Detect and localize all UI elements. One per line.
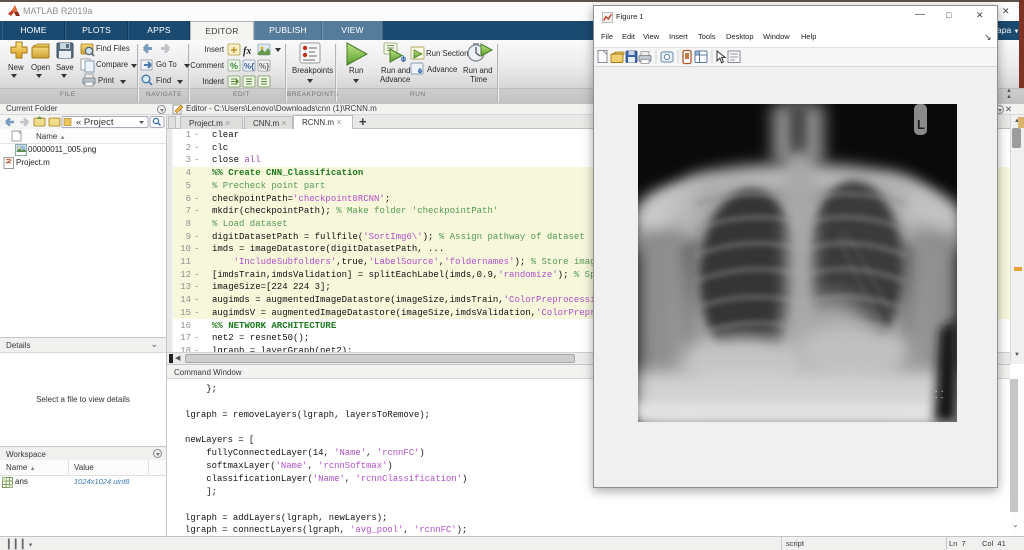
- svg-text:L: L: [917, 117, 925, 132]
- svg-text:⸬: ⸬: [935, 390, 943, 401]
- svg-text:%}: %}: [259, 62, 269, 71]
- svg-text:« Project: « Project: [76, 117, 114, 128]
- svg-text:fx: fx: [243, 46, 251, 57]
- svg-text:%{: %{: [244, 62, 254, 71]
- svg-text:%: %: [230, 61, 238, 71]
